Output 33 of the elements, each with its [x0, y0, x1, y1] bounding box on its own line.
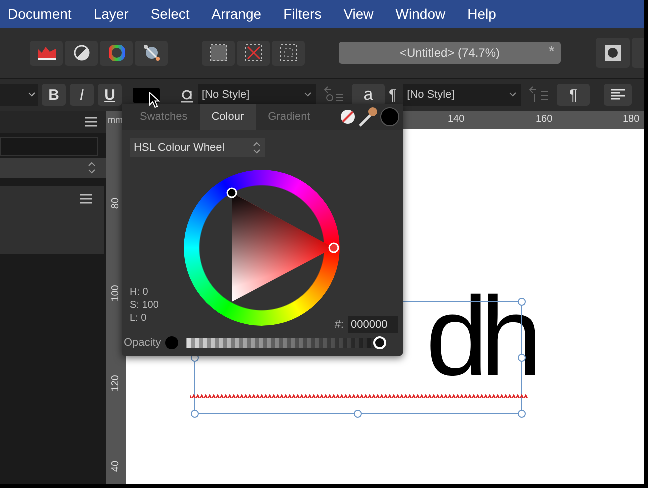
document-title: <Untitled> (74.7%) [400, 46, 500, 60]
paragraph-mark: ¶ [389, 86, 398, 104]
underline-button[interactable]: U [98, 84, 122, 106]
menu-item[interactable]: Select [150, 6, 190, 22]
style-dropdown[interactable]: [No Style] [403, 84, 522, 106]
menu-item[interactable]: Help [468, 6, 496, 22]
paragraph-style-button[interactable]: ¶ [557, 84, 590, 106]
italic-button[interactable]: I [70, 84, 94, 106]
menu-item[interactable]: Arrange [212, 6, 262, 22]
style-dropdown[interactable]: [No Style] [198, 84, 316, 106]
panel-tab[interactable]: Colour [200, 104, 256, 130]
hsl-readout: L: 0 [130, 312, 148, 325]
ruler-label: 140 [448, 114, 465, 125]
opacity-label: Opacity [124, 337, 162, 349]
ruler-label: 80 [110, 196, 122, 212]
menu-item[interactable]: Filters [284, 6, 322, 22]
bold-button[interactable]: B [42, 84, 66, 106]
hex-label: #: [334, 318, 344, 330]
hex-field[interactable]: 000000 [348, 316, 398, 333]
menu-item[interactable]: Document [8, 6, 72, 22]
character-style-button[interactable]: a [352, 84, 385, 106]
hsl-readout: H: 0 [130, 286, 150, 299]
menu-item[interactable]: View [344, 6, 374, 22]
ruler-label: 100 [110, 284, 122, 304]
ruler-label: 160 [536, 114, 553, 125]
modified-mark: * [548, 44, 555, 62]
menu-item[interactable]: Window [396, 6, 446, 22]
ruler-label: 40 [110, 460, 122, 474]
hsl-readout: S: 100 [130, 299, 159, 312]
menu-item[interactable]: Layer [94, 6, 129, 22]
colour-mode-dropdown[interactable]: HSL Colour Wheel [130, 138, 265, 157]
ruler-label: 180 [623, 114, 640, 125]
ruler-label: 120 [110, 374, 122, 394]
